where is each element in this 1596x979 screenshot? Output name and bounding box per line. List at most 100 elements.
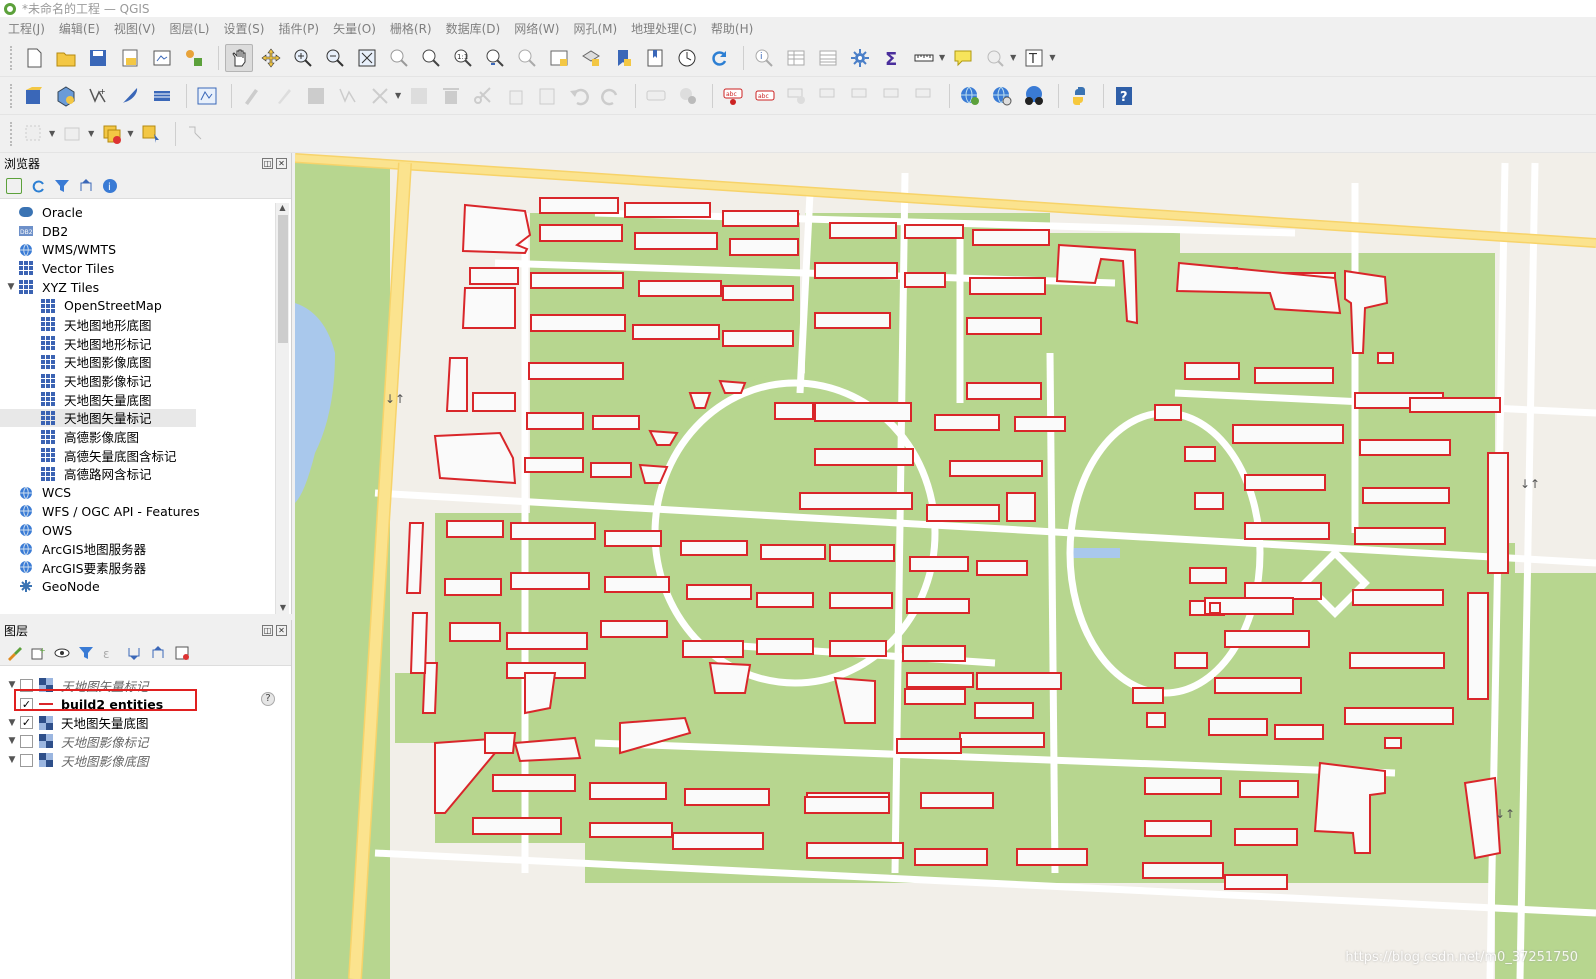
building-polygon[interactable] <box>914 848 988 866</box>
filter-legend-icon[interactable] <box>78 645 94 661</box>
building-polygon[interactable] <box>472 392 516 412</box>
building-polygon[interactable] <box>682 640 744 658</box>
building-polygon[interactable] <box>461 203 532 255</box>
building-polygon[interactable] <box>949 460 1043 477</box>
add-wms-layer-button[interactable] <box>956 82 984 110</box>
close-panel-icon[interactable]: ✕ <box>276 157 287 169</box>
open-project-button[interactable] <box>52 44 80 72</box>
menu-processing[interactable]: 地理处理(C) <box>631 20 697 37</box>
building-polygon[interactable] <box>1354 527 1446 545</box>
select-by-location-button[interactable] <box>137 120 165 148</box>
building-polygon[interactable] <box>513 736 582 763</box>
collapse-all-icon[interactable] <box>78 178 94 194</box>
new-geopackage-button[interactable] <box>52 82 80 110</box>
deselect-all-button[interactable] <box>98 120 126 148</box>
help-icon[interactable]: ? <box>261 692 275 706</box>
building-polygon[interactable] <box>526 412 584 430</box>
building-polygon[interactable] <box>472 817 562 835</box>
expand-arrow-icon[interactable]: ▼ <box>4 755 20 765</box>
building-polygon[interactable] <box>1232 424 1344 444</box>
zoom-out-button[interactable] <box>321 44 349 72</box>
statistics-panel-button[interactable] <box>814 44 842 72</box>
building-polygon[interactable] <box>969 277 1046 295</box>
add-group-icon[interactable]: + <box>30 645 46 661</box>
undo-button[interactable] <box>565 82 593 110</box>
expand-arrow-icon[interactable]: ▼ <box>4 736 20 746</box>
building-polygon[interactable] <box>1349 652 1445 669</box>
menu-web[interactable]: 网络(W) <box>514 20 559 37</box>
layer-visibility-checkbox[interactable] <box>20 753 33 767</box>
zoom-full-button[interactable] <box>353 44 381 72</box>
building-polygon[interactable] <box>902 645 966 662</box>
expand-arrow-icon[interactable]: ▼ <box>4 718 20 728</box>
filter-icon[interactable] <box>54 178 70 194</box>
vertex-dropdown-icon[interactable]: ▼ <box>395 91 401 100</box>
building-polygon[interactable] <box>976 560 1028 576</box>
building-polygon[interactable] <box>592 415 640 430</box>
building-polygon[interactable] <box>708 661 752 694</box>
new-map-view-button[interactable] <box>545 44 573 72</box>
browser-item[interactable]: OWS <box>0 521 273 540</box>
building-polygon[interactable] <box>589 822 673 838</box>
building-polygon[interactable] <box>756 638 814 655</box>
building-polygon[interactable] <box>896 738 962 754</box>
print-layout-button[interactable] <box>148 44 176 72</box>
building-polygon[interactable] <box>528 362 624 380</box>
select-value-dropdown-icon[interactable]: ▼ <box>88 129 94 138</box>
building-polygon[interactable] <box>1142 862 1224 879</box>
toggle-editing-button[interactable] <box>270 82 298 110</box>
pan-to-selection-button[interactable] <box>257 44 285 72</box>
browser-item[interactable]: 天地图矢量底图 <box>0 390 273 409</box>
browser-item[interactable]: Oracle <box>0 203 273 222</box>
building-polygon[interactable] <box>686 584 752 600</box>
building-polygon[interactable] <box>1274 724 1324 740</box>
building-polygon[interactable] <box>1146 712 1166 728</box>
cut-features-button[interactable] <box>469 82 497 110</box>
menu-project[interactable]: 工程(J) <box>8 20 45 37</box>
building-polygon[interactable] <box>1384 737 1402 749</box>
building-polygon[interactable] <box>1239 780 1299 798</box>
toolbar-grip[interactable] <box>10 45 14 70</box>
building-polygon[interactable] <box>974 702 1034 719</box>
building-polygon[interactable] <box>718 379 747 394</box>
building-polygon[interactable] <box>1209 602 1221 614</box>
building-polygon[interactable] <box>829 544 895 562</box>
delete-selected-button[interactable] <box>437 82 465 110</box>
building-polygon[interactable] <box>774 402 814 420</box>
copy-features-button[interactable] <box>501 82 529 110</box>
deselect-dropdown-icon[interactable]: ▼ <box>127 129 133 138</box>
building-polygon[interactable] <box>966 382 1042 400</box>
building-polygon[interactable] <box>1234 828 1298 846</box>
layer-item[interactable]: ▼ 天地图影像标记 <box>0 732 291 751</box>
building-polygon[interactable] <box>976 672 1062 690</box>
zoom-selection-button[interactable] <box>385 44 413 72</box>
building-polygon[interactable] <box>604 576 670 593</box>
building-polygon[interactable] <box>906 672 974 688</box>
building-polygon[interactable] <box>510 572 590 590</box>
zoom-next-button[interactable] <box>513 44 541 72</box>
save-as-button[interactable] <box>116 44 144 72</box>
label-toolbar-button[interactable] <box>642 82 670 110</box>
building-polygon[interactable] <box>906 598 970 614</box>
scrollbar-thumb[interactable] <box>278 215 288 343</box>
refresh-icon[interactable] <box>30 178 46 194</box>
info-icon[interactable]: i <box>102 178 118 194</box>
new-project-button[interactable] <box>20 44 48 72</box>
close-panel-icon[interactable]: ✕ <box>276 624 287 636</box>
browser-item[interactable]: 高德矢量底图含标记 <box>0 446 273 465</box>
building-polygon[interactable] <box>634 232 718 250</box>
building-polygon[interactable] <box>806 842 904 859</box>
building-polygon[interactable] <box>590 462 632 478</box>
building-polygon[interactable] <box>829 222 897 239</box>
building-polygon[interactable] <box>722 285 794 301</box>
pan-map-button[interactable] <box>225 43 253 72</box>
building-polygon[interactable] <box>920 792 994 809</box>
layer-visibility-checkbox[interactable]: ✓ <box>20 716 33 730</box>
browser-item[interactable]: OpenStreetMap <box>0 296 273 315</box>
new-3d-view-button[interactable] <box>577 44 605 72</box>
building-polygon[interactable] <box>510 522 596 540</box>
help-contents-button[interactable]: ? <box>1110 82 1138 110</box>
building-polygon[interactable] <box>1224 874 1288 890</box>
building-polygon[interactable] <box>1132 687 1164 704</box>
scroll-up-icon[interactable]: ▲ <box>276 203 289 212</box>
